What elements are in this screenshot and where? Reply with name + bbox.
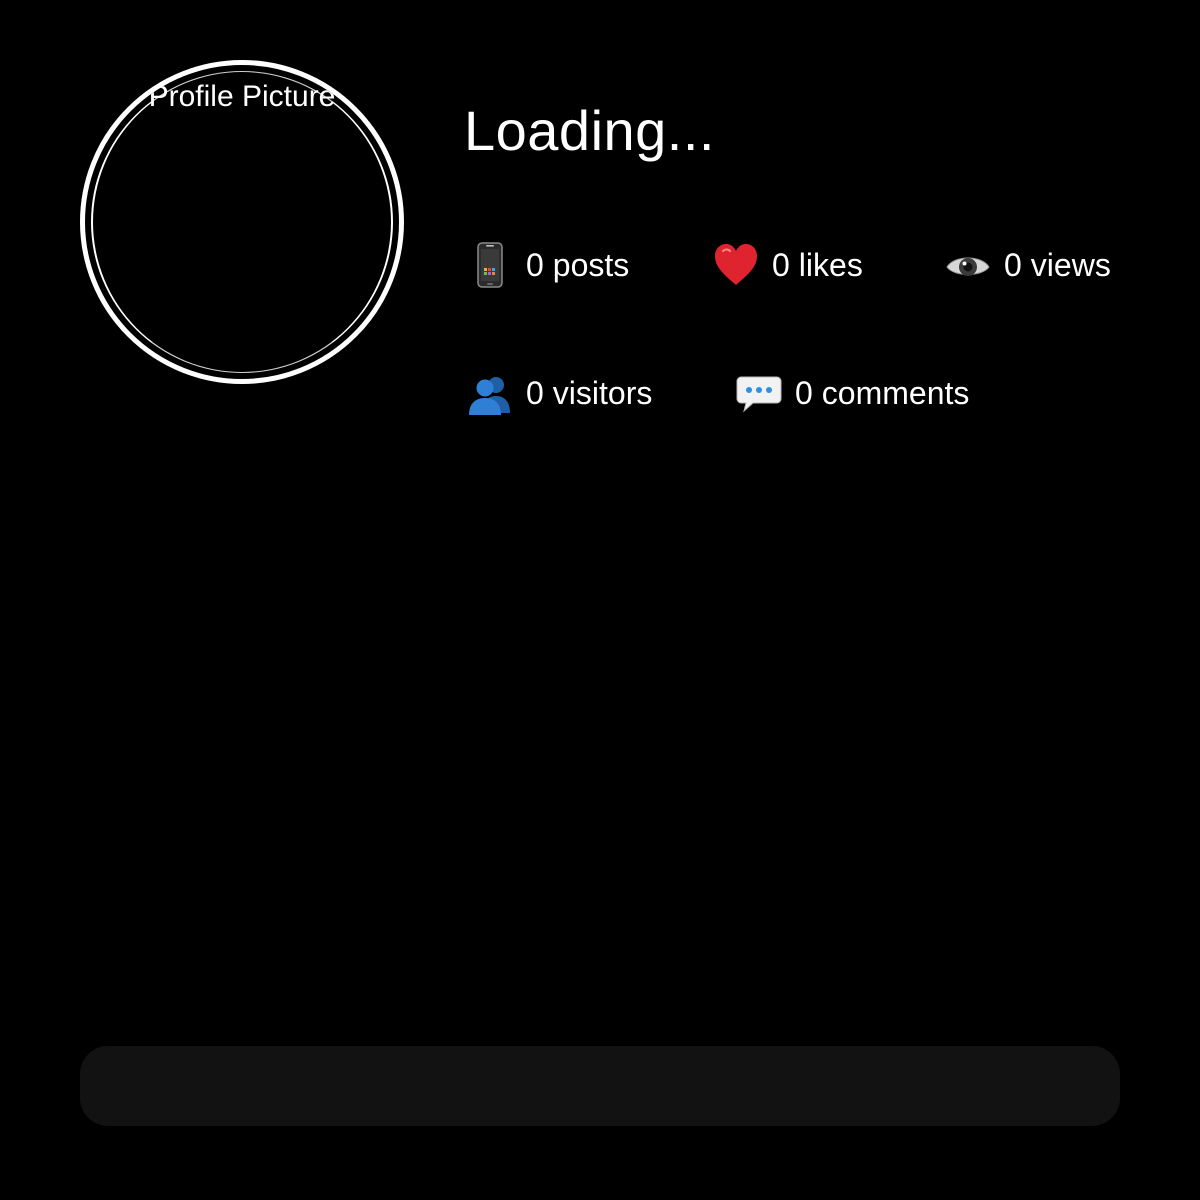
bottom-bar[interactable] [80,1046,1120,1126]
comments-label: comments [821,375,970,411]
stat-views: 0 views [944,240,1111,290]
visitors-label: visitors [552,375,653,411]
views-label: views [1030,247,1111,283]
stat-comments: 0 comments [735,368,969,418]
profile-title: Loading... [464,99,715,162]
stat-posts: 0 posts [466,240,629,290]
profile-picture-frame [91,71,393,373]
red-heart-icon [712,241,760,289]
posts-label: posts [552,247,630,283]
likes-count: 0 [772,247,790,283]
visitors-count: 0 [526,375,544,411]
profile-picture-alt-text: Profile Picture [148,80,336,113]
stat-likes: 0 likes [712,240,863,290]
profile-page: Profile Picture Loading... 0 posts 0 lik… [0,0,1200,1200]
people-icon [466,369,514,417]
views-count: 0 [1004,247,1022,283]
speech-bubble-icon [735,369,783,417]
eye-icon [944,241,992,289]
likes-label: likes [798,247,863,283]
profile-picture[interactable]: Profile Picture [80,60,404,384]
comments-count: 0 [795,375,813,411]
mobile-phone-icon [466,241,514,289]
stat-visitors: 0 visitors [466,368,652,418]
posts-count: 0 [526,247,544,283]
